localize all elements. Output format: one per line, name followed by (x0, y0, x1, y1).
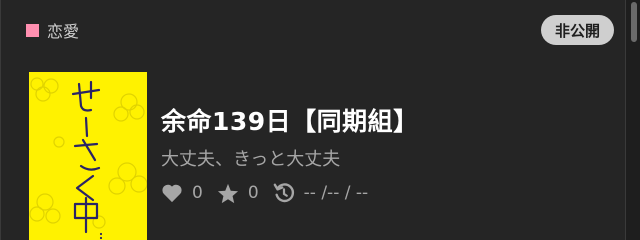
visibility-badge: 非公開 (540, 15, 614, 45)
scrollbar[interactable] (628, 0, 640, 240)
refresh-clock-icon (273, 183, 294, 203)
story-card[interactable]: 恋愛 非公開 余命139日【同期組】 大丈夫、きっと大丈夫 0 0 -- /--… (0, 0, 626, 240)
updated-date: -- /-- / -- (303, 183, 369, 203)
stars-count: 0 (247, 183, 259, 203)
genre-color-square (26, 23, 39, 37)
genre-label: 恋愛 (47, 22, 80, 41)
story-stats: 0 0 -- /-- / -- (161, 179, 382, 207)
stars-stat: 0 (217, 183, 259, 204)
likes-count: 0 (192, 183, 203, 203)
genre-tag: 恋愛 (26, 16, 79, 44)
cover-image[interactable] (29, 72, 147, 240)
likes-stat: 0 (161, 183, 203, 203)
heart-icon (162, 184, 182, 203)
star-icon (217, 183, 238, 203)
story-subtitle: 大丈夫、きっと大丈夫 (161, 149, 341, 170)
story-title[interactable]: 余命139日【同期組】 (161, 102, 419, 138)
updated-stat: -- /-- / -- (273, 182, 368, 204)
scroll-thumb[interactable] (631, 2, 637, 42)
